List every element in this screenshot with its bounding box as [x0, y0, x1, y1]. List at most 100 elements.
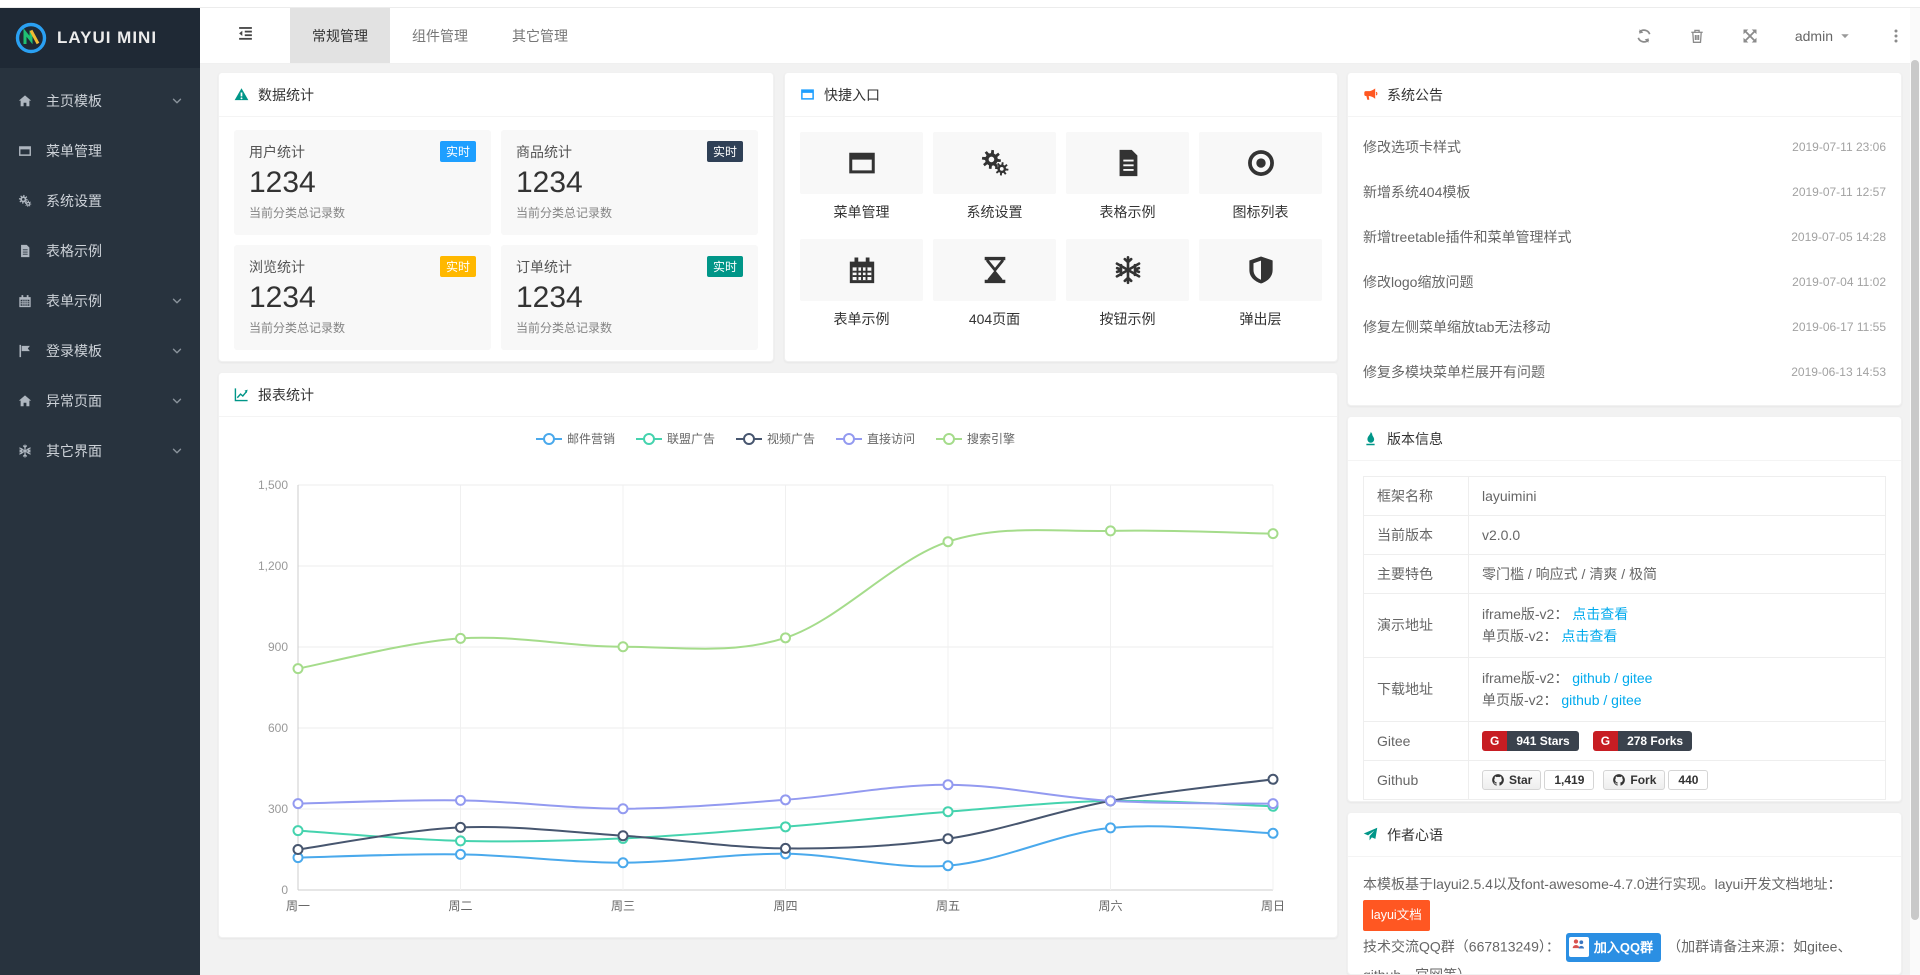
- main-area: 常规管理组件管理其它管理 admin 数据统计: [200, 8, 1920, 975]
- calendar-icon: [18, 294, 40, 308]
- sidebar-item-4[interactable]: 表单示例: [0, 276, 200, 326]
- version-link[interactable]: github: [1572, 670, 1610, 686]
- quick-entry-0[interactable]: 菜单管理: [800, 132, 923, 222]
- sidebar-item-5[interactable]: 登录模板: [0, 326, 200, 376]
- version-row-value: 零门槛 / 响应式 / 清爽 / 极简: [1469, 555, 1886, 594]
- svg-text:900: 900: [268, 640, 288, 654]
- version-link[interactable]: gitee: [1611, 692, 1641, 708]
- svg-text:周五: 周五: [936, 899, 960, 913]
- user-dropdown[interactable]: admin: [1795, 28, 1851, 44]
- file-icon: [18, 244, 40, 258]
- sidebar-item-3[interactable]: 表格示例: [0, 226, 200, 276]
- caret-down-icon: [1839, 30, 1851, 42]
- announcement-item-3[interactable]: 修改logo缩放问题2019-07-04 11:02: [1363, 259, 1886, 304]
- stat-card-1: 商品统计实时1234当前分类总记录数: [501, 130, 758, 235]
- svg-text:0: 0: [281, 883, 288, 897]
- stats-panel: 数据统计 用户统计实时1234当前分类总记录数商品统计实时1234当前分类总记录…: [218, 72, 774, 362]
- kebab-menu-icon[interactable]: [1888, 28, 1904, 44]
- version-link[interactable]: 点击查看: [1561, 628, 1617, 644]
- svg-text:直接访问: 直接访问: [867, 431, 915, 446]
- stat-title: 浏览统计: [249, 257, 305, 277]
- stat-card-0: 用户统计实时1234当前分类总记录数: [234, 130, 491, 235]
- legend-item-1[interactable]: 联盟广告: [636, 432, 715, 446]
- outdent-icon: [237, 25, 254, 47]
- quick-entry-3[interactable]: 图标列表: [1199, 132, 1322, 222]
- quick-entry-2[interactable]: 表格示例: [1066, 132, 1189, 222]
- chevron-down-icon: [170, 444, 184, 458]
- sidebar-item-7[interactable]: 其它界面: [0, 426, 200, 476]
- sidebar-item-6[interactable]: 异常页面: [0, 376, 200, 426]
- quick-entry-label: 表单示例: [800, 309, 923, 329]
- version-row-6: GithubStar1,419Fork440: [1364, 760, 1886, 799]
- version-link[interactable]: github: [1561, 692, 1599, 708]
- expand-icon[interactable]: [1742, 28, 1758, 44]
- sidebar-item-1[interactable]: 菜单管理: [0, 126, 200, 176]
- tab-2[interactable]: 其它管理: [490, 8, 590, 63]
- quick-entry-label: 菜单管理: [800, 202, 923, 222]
- github-fork-count[interactable]: 440: [1668, 770, 1708, 790]
- sidebar-item-2[interactable]: 系统设置: [0, 176, 200, 226]
- quick-entry-5[interactable]: 404页面: [933, 239, 1056, 329]
- svg-text:300: 300: [268, 802, 288, 816]
- legend-item-3[interactable]: 直接访问: [836, 431, 915, 446]
- version-row-2: 主要特色零门槛 / 响应式 / 清爽 / 极简: [1364, 555, 1886, 594]
- version-row-label: 演示地址: [1364, 594, 1469, 658]
- status-badge: 实时: [707, 141, 743, 162]
- announcement-item-4[interactable]: 修复左侧菜单缩放tab无法移动2019-06-17 11:55: [1363, 304, 1886, 349]
- quick-entry-1[interactable]: 系统设置: [933, 132, 1056, 222]
- legend-item-2[interactable]: 视频广告: [736, 431, 815, 446]
- refresh-icon[interactable]: [1636, 28, 1652, 44]
- scrollbar-thumb[interactable]: [1911, 60, 1919, 920]
- window-icon: [18, 144, 40, 158]
- sidebar-item-0[interactable]: 主页模板: [0, 76, 200, 126]
- stat-card-2: 浏览统计实时1234当前分类总记录数: [234, 245, 491, 350]
- quick-entry-7[interactable]: 弹出层: [1199, 239, 1322, 329]
- qq-people-icon: [1571, 934, 1586, 961]
- version-row-value: v2.0.0: [1469, 516, 1886, 555]
- quick-entry-6[interactable]: 按钮示例: [1066, 239, 1189, 329]
- topbar-tools: admin: [1636, 8, 1920, 63]
- layui-doc-link-badge[interactable]: layui文档: [1363, 900, 1430, 930]
- stats-panel-title: 数据统计: [258, 85, 314, 105]
- version-row-value: G941 Stars G278 Forks: [1469, 721, 1886, 760]
- version-row-label: 下载地址: [1364, 657, 1469, 721]
- tab-0[interactable]: 常规管理: [290, 8, 390, 63]
- version-link[interactable]: 点击查看: [1572, 606, 1628, 622]
- bullhorn-icon: [1363, 87, 1378, 102]
- github-mark-icon: [1491, 773, 1505, 787]
- sidebar-item-label: 表单示例: [46, 291, 102, 311]
- announcement-panel: 系统公告 修改选项卡样式2019-07-11 23:06新增系统404模板201…: [1347, 72, 1902, 406]
- brand-logo[interactable]: LAYUI MINI: [0, 8, 200, 68]
- trash-icon[interactable]: [1689, 28, 1705, 44]
- left-column: 数据统计 用户统计实时1234当前分类总记录数商品统计实时1234当前分类总记录…: [218, 72, 1338, 975]
- stat-desc: 当前分类总记录数: [516, 319, 743, 336]
- shield-icon: [1199, 239, 1322, 301]
- stat-cards: 用户统计实时1234当前分类总记录数商品统计实时1234当前分类总记录数浏览统计…: [219, 117, 773, 362]
- svg-text:邮件营销: 邮件营销: [567, 432, 615, 446]
- legend-item-0[interactable]: 邮件营销: [536, 432, 615, 446]
- version-panel: 版本信息 框架名称layuimini当前版本v2.0.0主要特色零门槛 / 响应…: [1347, 416, 1902, 802]
- report-chart-panel: 报表统计 03006009001,2001,500周一周二周三周四周五周六周日邮…: [218, 372, 1338, 938]
- announcement-item-5[interactable]: 修复多模块菜单栏展开有问题2019-06-13 14:53: [1363, 349, 1886, 394]
- legend-item-4[interactable]: 搜索引擎: [936, 431, 1015, 446]
- quick-entry-label: 404页面: [933, 309, 1056, 329]
- join-qq-group-button[interactable]: 加入QQ群: [1566, 933, 1661, 962]
- quick-entry-4[interactable]: 表单示例: [800, 239, 923, 329]
- snowflake-icon: [18, 444, 40, 458]
- announcement-item-1[interactable]: 新增系统404模板2019-07-11 12:57: [1363, 169, 1886, 214]
- announcement-item-0[interactable]: 修改选项卡样式2019-07-11 23:06: [1363, 124, 1886, 169]
- announcement-item-2[interactable]: 新增treetable插件和菜单管理样式2019-07-05 14:28: [1363, 214, 1886, 259]
- sidebar-collapse-button[interactable]: [200, 8, 290, 63]
- svg-text:周一: 周一: [286, 899, 310, 913]
- version-table: 框架名称layuimini当前版本v2.0.0主要特色零门槛 / 响应式 / 清…: [1363, 476, 1886, 800]
- gitee-badge[interactable]: G941 Stars: [1482, 731, 1579, 751]
- github-star-count[interactable]: 1,419: [1544, 770, 1594, 790]
- tab-1[interactable]: 组件管理: [390, 8, 490, 63]
- version-link[interactable]: gitee: [1622, 670, 1652, 686]
- sidebar-item-label: 菜单管理: [46, 141, 102, 161]
- gitee-badge[interactable]: G278 Forks: [1593, 731, 1692, 751]
- announcement-list: 修改选项卡样式2019-07-11 23:06新增系统404模板2019-07-…: [1348, 117, 1901, 394]
- github-fork-button[interactable]: Fork: [1603, 770, 1665, 790]
- github-star-button[interactable]: Star: [1482, 770, 1541, 790]
- sidebar-nav: 主页模板菜单管理系统设置表格示例表单示例登录模板异常页面其它界面: [0, 68, 200, 476]
